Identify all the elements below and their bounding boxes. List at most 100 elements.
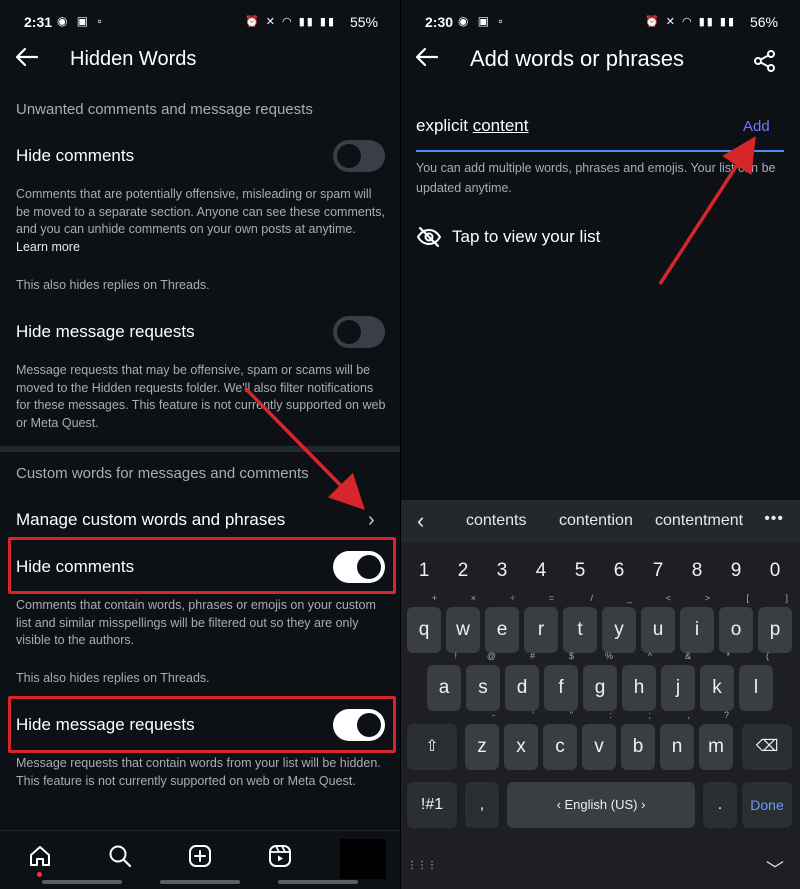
key-7[interactable]: 7: [641, 548, 675, 594]
key-p[interactable]: p]: [758, 593, 792, 653]
key-a[interactable]: a!: [427, 651, 461, 711]
key-w[interactable]: w ×: [446, 593, 480, 653]
reels-icon[interactable]: [267, 843, 293, 869]
key-label: 5: [574, 560, 586, 581]
key-j[interactable]: j &: [661, 651, 695, 711]
key-e[interactable]: e ÷: [485, 593, 519, 653]
suggestion-3[interactable]: contentment: [655, 512, 743, 530]
key-4[interactable]: 4: [524, 548, 558, 594]
key-s[interactable]: s @: [466, 651, 500, 711]
key-u[interactable]: u <: [641, 593, 675, 653]
key-5[interactable]: 5: [563, 548, 597, 594]
key-b[interactable]: b;: [621, 710, 655, 770]
share-icon[interactable]: [752, 48, 778, 74]
key-1[interactable]: 1: [407, 548, 441, 594]
key-label: f: [558, 677, 564, 698]
more-options-icon[interactable]: •••: [764, 510, 784, 528]
key-v[interactable]: v:: [582, 710, 616, 770]
hide-comments-toggle[interactable]: [333, 140, 385, 172]
key-secondary-symbol: #: [529, 651, 535, 661]
hide-requests-toggle[interactable]: [333, 316, 385, 348]
key-label: 1: [418, 560, 430, 581]
key-f[interactable]: f $: [544, 651, 578, 711]
on-screen-keyboard: ‹ contents contention contentment ••• 1 2…: [401, 500, 800, 889]
chevron-right-icon[interactable]: ›: [368, 509, 375, 532]
description-text: Comments that are potentially offensive,…: [16, 187, 385, 236]
hidden-words-screen: 2:31 ◉ ▣ ▫ ⏰ ✕ ◠ ▮▮ ▮▮ 55% Hidden Words …: [0, 0, 400, 889]
key-label: s: [478, 677, 488, 698]
key-label: .: [717, 796, 723, 813]
key-8[interactable]: 8: [680, 548, 714, 594]
profile-avatar[interactable]: [340, 839, 386, 879]
key-label: g: [594, 677, 606, 698]
key-9[interactable]: 9: [719, 548, 753, 594]
space-key[interactable]: ‹ English (US) ›: [507, 782, 695, 828]
custom-hide-comments-description: Comments that contain words, phrases or …: [16, 598, 376, 647]
word-input[interactable]: explicit content: [416, 116, 528, 136]
comma-key[interactable]: ,: [465, 782, 499, 828]
key-label: t: [577, 619, 583, 640]
key-label: !#1: [420, 796, 444, 813]
key-k[interactable]: k *: [700, 651, 734, 711]
key-r[interactable]: r =: [524, 593, 558, 653]
key-c[interactable]: c ": [543, 710, 577, 770]
key-2[interactable]: 2: [446, 548, 480, 594]
key-label: x: [516, 736, 526, 757]
battery-level: 55%: [349, 14, 378, 30]
suggestion-1[interactable]: contents: [466, 512, 526, 530]
add-button[interactable]: Add: [743, 118, 770, 135]
shift-key[interactable]: ⇧: [407, 724, 457, 770]
search-icon[interactable]: [107, 843, 133, 869]
key-label: y: [614, 619, 624, 640]
key-label: ,: [479, 796, 485, 813]
key-label: n: [671, 736, 683, 757]
key-t[interactable]: t /: [563, 593, 597, 653]
gesture-bar: [278, 880, 358, 884]
key-secondary-symbol: ": [569, 710, 573, 720]
key-i[interactable]: i >: [680, 593, 714, 653]
key-n[interactable]: n,: [660, 710, 694, 770]
key-secondary-symbol: ^: [647, 651, 652, 661]
key-label: v: [594, 736, 604, 757]
chevron-left-icon[interactable]: ‹: [417, 508, 424, 534]
key-label: ‹ English (US) ›: [556, 797, 646, 812]
key-secondary-symbol: ×: [470, 593, 476, 603]
learn-more-link[interactable]: Learn more: [16, 240, 80, 254]
suggestion-2[interactable]: contention: [559, 512, 633, 530]
key-secondary-symbol: ': [532, 710, 534, 720]
key-l[interactable]: l(: [739, 651, 773, 711]
key-label: h: [633, 677, 645, 698]
key-label: k: [712, 677, 722, 698]
key-q[interactable]: q +: [407, 593, 441, 653]
key-d[interactable]: d #: [505, 651, 539, 711]
manage-custom-words-label[interactable]: Manage custom words and phrases: [16, 510, 285, 530]
key-6[interactable]: 6: [602, 548, 636, 594]
key-o[interactable]: o[: [719, 593, 753, 653]
key-label: r: [537, 619, 545, 640]
keyboard-grid-icon[interactable]: ⋮⋮⋮: [407, 860, 437, 874]
back-arrow-icon[interactable]: [14, 44, 44, 74]
key-secondary-symbol: ,: [687, 710, 690, 720]
back-arrow-icon[interactable]: [414, 44, 444, 74]
custom-hide-requests-description: Message requests that contain words from…: [16, 756, 381, 788]
create-icon[interactable]: [187, 843, 213, 869]
key-z[interactable]: z-: [465, 710, 499, 770]
notification-icons: ◉ ▣ ▫: [57, 14, 105, 28]
symbols-key[interactable]: !#1: [407, 782, 457, 828]
period-key[interactable]: .: [703, 782, 737, 828]
home-icon[interactable]: [27, 843, 53, 869]
key-x[interactable]: x ': [504, 710, 538, 770]
key-h[interactable]: h ^: [622, 651, 656, 711]
key-label: 6: [613, 560, 625, 581]
key-0[interactable]: 0: [758, 548, 792, 594]
key-g[interactable]: g%: [583, 651, 617, 711]
chevron-down-icon[interactable]: ﹀: [766, 856, 784, 882]
key-m[interactable]: m?: [699, 710, 733, 770]
eye-off-icon: [416, 224, 442, 250]
add-words-description: You can add multiple words, phrases and …: [416, 161, 776, 195]
key-3[interactable]: 3: [485, 548, 519, 594]
done-key[interactable]: Done: [742, 782, 792, 828]
view-list-row[interactable]: Tap to view your list: [416, 224, 676, 252]
backspace-key[interactable]: ⌫: [742, 724, 792, 770]
key-y[interactable]: y _: [602, 593, 636, 653]
